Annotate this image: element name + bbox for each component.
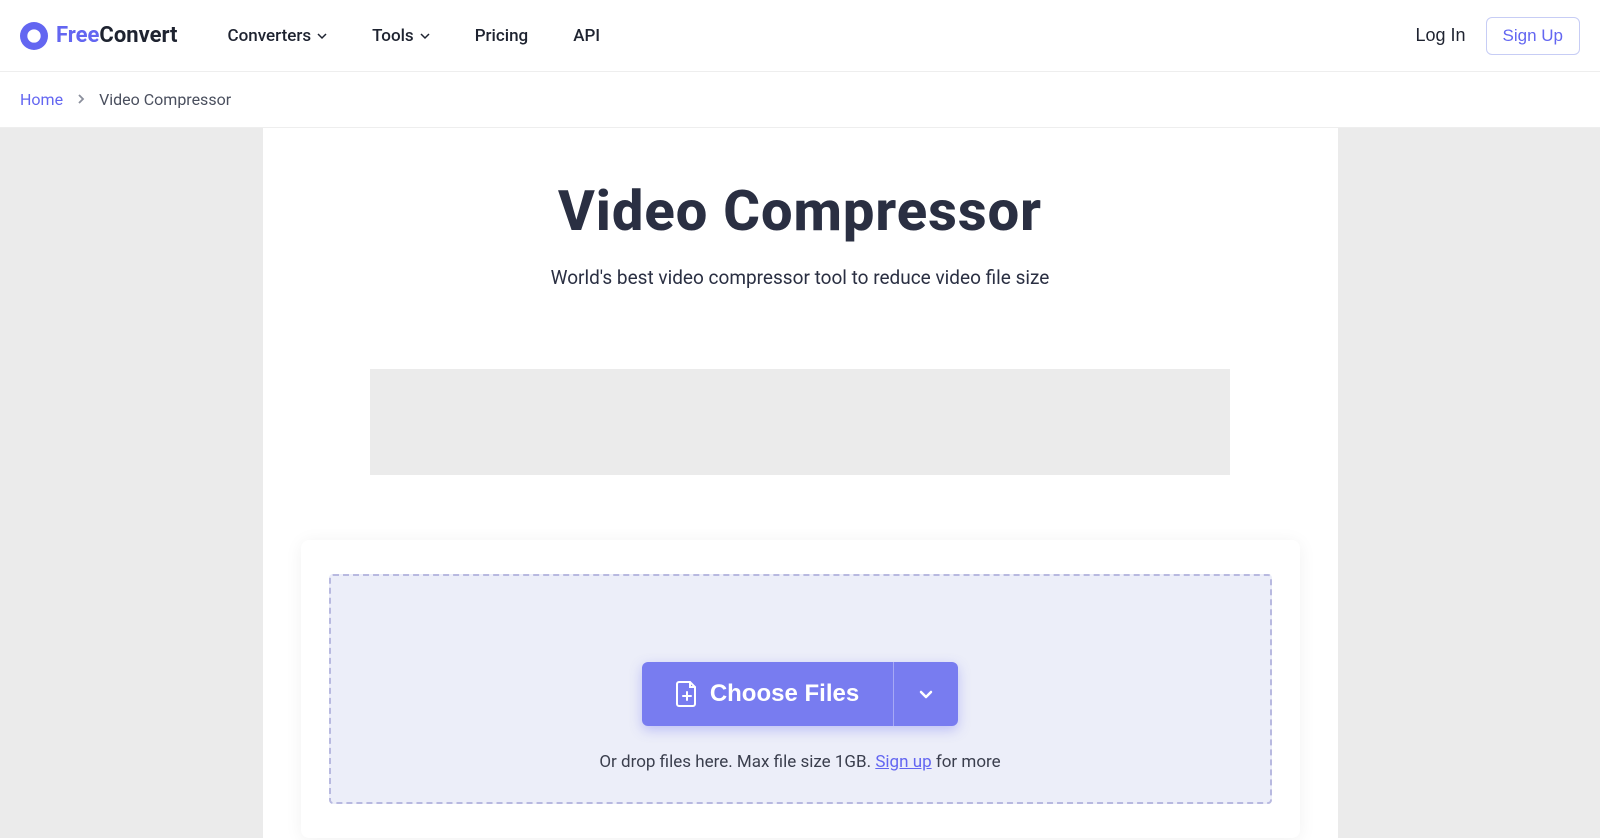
drop-suffix: for more [932,752,1001,772]
drop-hint: Or drop files here. Max file size 1GB. S… [351,752,1250,772]
logo[interactable]: FreeConvert [20,22,178,50]
signup-link[interactable]: Sign up [875,752,931,772]
file-add-icon [676,681,698,707]
main-header: FreeConvert Converters Tools Pricing API… [0,0,1600,72]
choose-files-dropdown[interactable] [893,662,958,726]
choose-files-button[interactable]: Choose Files [642,662,893,726]
drop-prefix: Or drop files here. Max file size 1GB. [599,752,875,772]
logo-icon [20,22,48,50]
nav-converters-label: Converters [228,26,312,46]
page-subtitle: World's best video compressor tool to re… [263,266,1338,289]
main-nav: Converters Tools Pricing API [228,26,601,46]
login-button[interactable]: Log In [1415,25,1465,46]
breadcrumb-current: Video Compressor [99,90,231,109]
chevron-down-icon [317,31,327,41]
chevron-right-icon [77,90,85,109]
nav-api-label: API [573,26,600,46]
nav-converters[interactable]: Converters [228,26,328,46]
choose-files-group: Choose Files [642,662,958,726]
choose-files-label: Choose Files [710,680,859,708]
nav-tools[interactable]: Tools [372,26,430,46]
header-right: Log In Sign Up [1415,17,1580,55]
chevron-down-icon [918,686,934,702]
nav-pricing-label: Pricing [475,26,529,46]
nav-pricing[interactable]: Pricing [475,26,529,46]
main-container: Video Compressor World's best video comp… [263,128,1338,838]
dropzone[interactable]: Choose Files Or drop files here. Max fil… [329,574,1272,804]
logo-text: FreeConvert [56,23,178,48]
ad-placeholder [370,369,1230,475]
upload-card: Choose Files Or drop files here. Max fil… [301,540,1300,838]
breadcrumb-home[interactable]: Home [20,90,63,109]
page-title: Video Compressor [263,178,1338,244]
nav-api[interactable]: API [573,26,600,46]
nav-tools-label: Tools [372,26,414,46]
page-background: Video Compressor World's best video comp… [0,128,1600,838]
chevron-down-icon [420,31,430,41]
signup-button[interactable]: Sign Up [1486,17,1580,55]
breadcrumb: Home Video Compressor [0,72,1600,128]
